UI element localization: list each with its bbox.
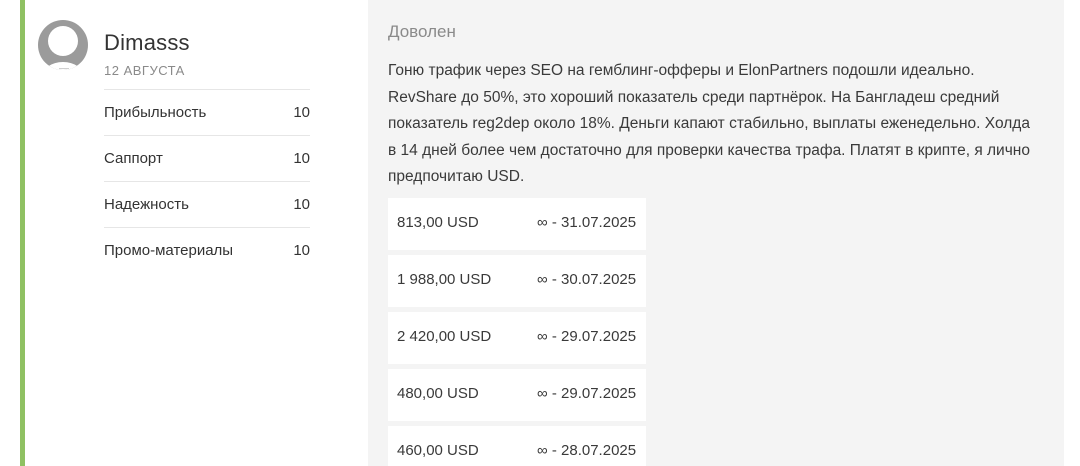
payout-amount: 480,00 USD — [397, 385, 479, 402]
payout-row: 1 988,00 USD ∞ - 30.07.2025 — [388, 255, 646, 307]
payout-row: 460,00 USD ∞ - 28.07.2025 — [388, 426, 646, 466]
payout-period: ∞ - 28.07.2025 — [537, 442, 637, 459]
payout-period: ∞ - 31.07.2025 — [537, 214, 637, 231]
rating-row-promo-materials: Промо-материалы 10 — [104, 227, 310, 273]
avatar — [38, 20, 88, 70]
review-content-panel: Доволен Гоню трафик через SEO на гемблин… — [368, 0, 1064, 466]
rating-label: Промо-материалы — [104, 242, 234, 259]
rating-row-profitability: Прибыльность 10 — [104, 89, 310, 135]
payout-amount: 2 420,00 USD — [397, 328, 492, 345]
rating-row-reliability: Надежность 10 — [104, 181, 310, 227]
payout-row: 480,00 USD ∞ - 29.07.2025 — [388, 369, 646, 421]
avatar-underline — [59, 68, 69, 69]
rating-label: Прибыльность — [104, 104, 207, 121]
rating-label: Саппорт — [104, 150, 163, 167]
payout-period: ∞ - 29.07.2025 — [537, 385, 637, 402]
review-page: Dimasss 12 августа Прибыльность 10 Саппо… — [0, 0, 1080, 466]
rating-label: Надежность — [104, 196, 189, 213]
payout-period: ∞ - 30.07.2025 — [537, 271, 637, 288]
payout-amount: 460,00 USD — [397, 442, 479, 459]
rating-value: 10 — [293, 242, 310, 259]
ratings-list: Прибыльность 10 Саппорт 10 Надежность 10… — [104, 89, 310, 273]
review-date: 12 августа — [104, 63, 185, 78]
review-title: Доволен — [388, 22, 456, 41]
payout-row: 813,00 USD ∞ - 31.07.2025 — [388, 198, 646, 250]
rating-value: 10 — [293, 196, 310, 213]
payouts-list: 813,00 USD ∞ - 31.07.2025 1 988,00 USD ∞… — [388, 198, 646, 466]
rating-row-support: Саппорт 10 — [104, 135, 310, 181]
avatar-head-shape — [48, 26, 78, 56]
payout-row: 2 420,00 USD ∞ - 29.07.2025 — [388, 312, 646, 364]
review-author-panel: Dimasss 12 августа Прибыльность 10 Саппо… — [25, 0, 368, 466]
rating-value: 10 — [293, 104, 310, 121]
payout-period: ∞ - 29.07.2025 — [537, 328, 637, 345]
review-text: Гоню трафик через SEO на гемблинг-офферы… — [388, 62, 1030, 185]
payout-amount: 1 988,00 USD — [397, 271, 492, 288]
author-name: Dimasss — [104, 30, 190, 55]
payout-amount: 813,00 USD — [397, 214, 479, 231]
rating-value: 10 — [293, 150, 310, 167]
